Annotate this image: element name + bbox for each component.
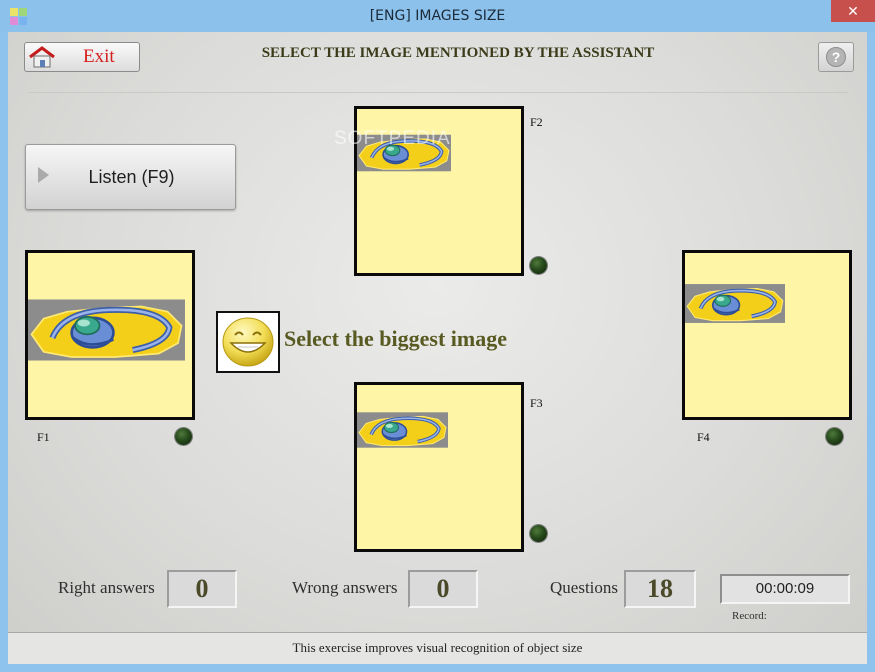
status-text: This exercise improves visual recognitio…: [292, 640, 583, 655]
image-card-f4[interactable]: [682, 250, 852, 420]
card-key-f2: F2: [530, 115, 543, 129]
card-key-f1: F1: [37, 430, 50, 444]
headphones-icon: [28, 295, 185, 365]
right-answers-count: 0: [167, 570, 237, 608]
headphones-icon: [685, 281, 785, 326]
task-prompt: Select the biggest image: [284, 326, 507, 351]
questions-count: 18: [624, 570, 696, 608]
close-button[interactable]: ✕: [831, 0, 875, 22]
elapsed-timer: 00:00:09: [720, 574, 850, 604]
right-answers-label: Right answers: [58, 578, 155, 597]
image-card-f3[interactable]: [354, 382, 524, 552]
image-card-f1[interactable]: [25, 250, 195, 420]
record-label: Record:: [732, 610, 767, 622]
status-light-f3: [530, 525, 547, 542]
wrong-answers-label: Wrong answers: [292, 578, 398, 597]
status-light-f2: [530, 257, 547, 274]
status-bar: This exercise improves visual recognitio…: [8, 633, 867, 664]
headphones-icon: [357, 409, 448, 451]
listen-button[interactable]: Listen (F9): [25, 144, 236, 210]
exit-label: Exit: [83, 46, 115, 67]
smiley-icon: [222, 317, 274, 367]
exit-button[interactable]: Exit: [24, 42, 140, 72]
status-light-f1: [175, 428, 192, 445]
help-icon: ?: [826, 47, 846, 67]
card-key-f3: F3: [530, 396, 543, 410]
instruction-heading: SELECT THE IMAGE MENTIONED BY THE ASSIST…: [261, 45, 655, 61]
status-light-f4: [826, 428, 843, 445]
help-button[interactable]: ?: [818, 42, 854, 72]
app-client-area: Exit SELECT THE IMAGE MENTIONED BY THE A…: [8, 32, 867, 664]
home-icon: [29, 46, 55, 68]
wrong-answers-count: 0: [408, 570, 478, 608]
watermark: SOFTPEDIA: [334, 128, 451, 149]
questions-label: Questions: [550, 578, 618, 597]
assistant-avatar: [216, 311, 280, 373]
header-divider: [28, 92, 848, 93]
listen-label: Listen (F9): [88, 167, 175, 187]
title-bar: [ENG] IMAGES SIZE ✕: [0, 0, 875, 32]
window-title: [ENG] IMAGES SIZE: [369, 8, 506, 24]
card-key-f4: F4: [697, 430, 710, 444]
